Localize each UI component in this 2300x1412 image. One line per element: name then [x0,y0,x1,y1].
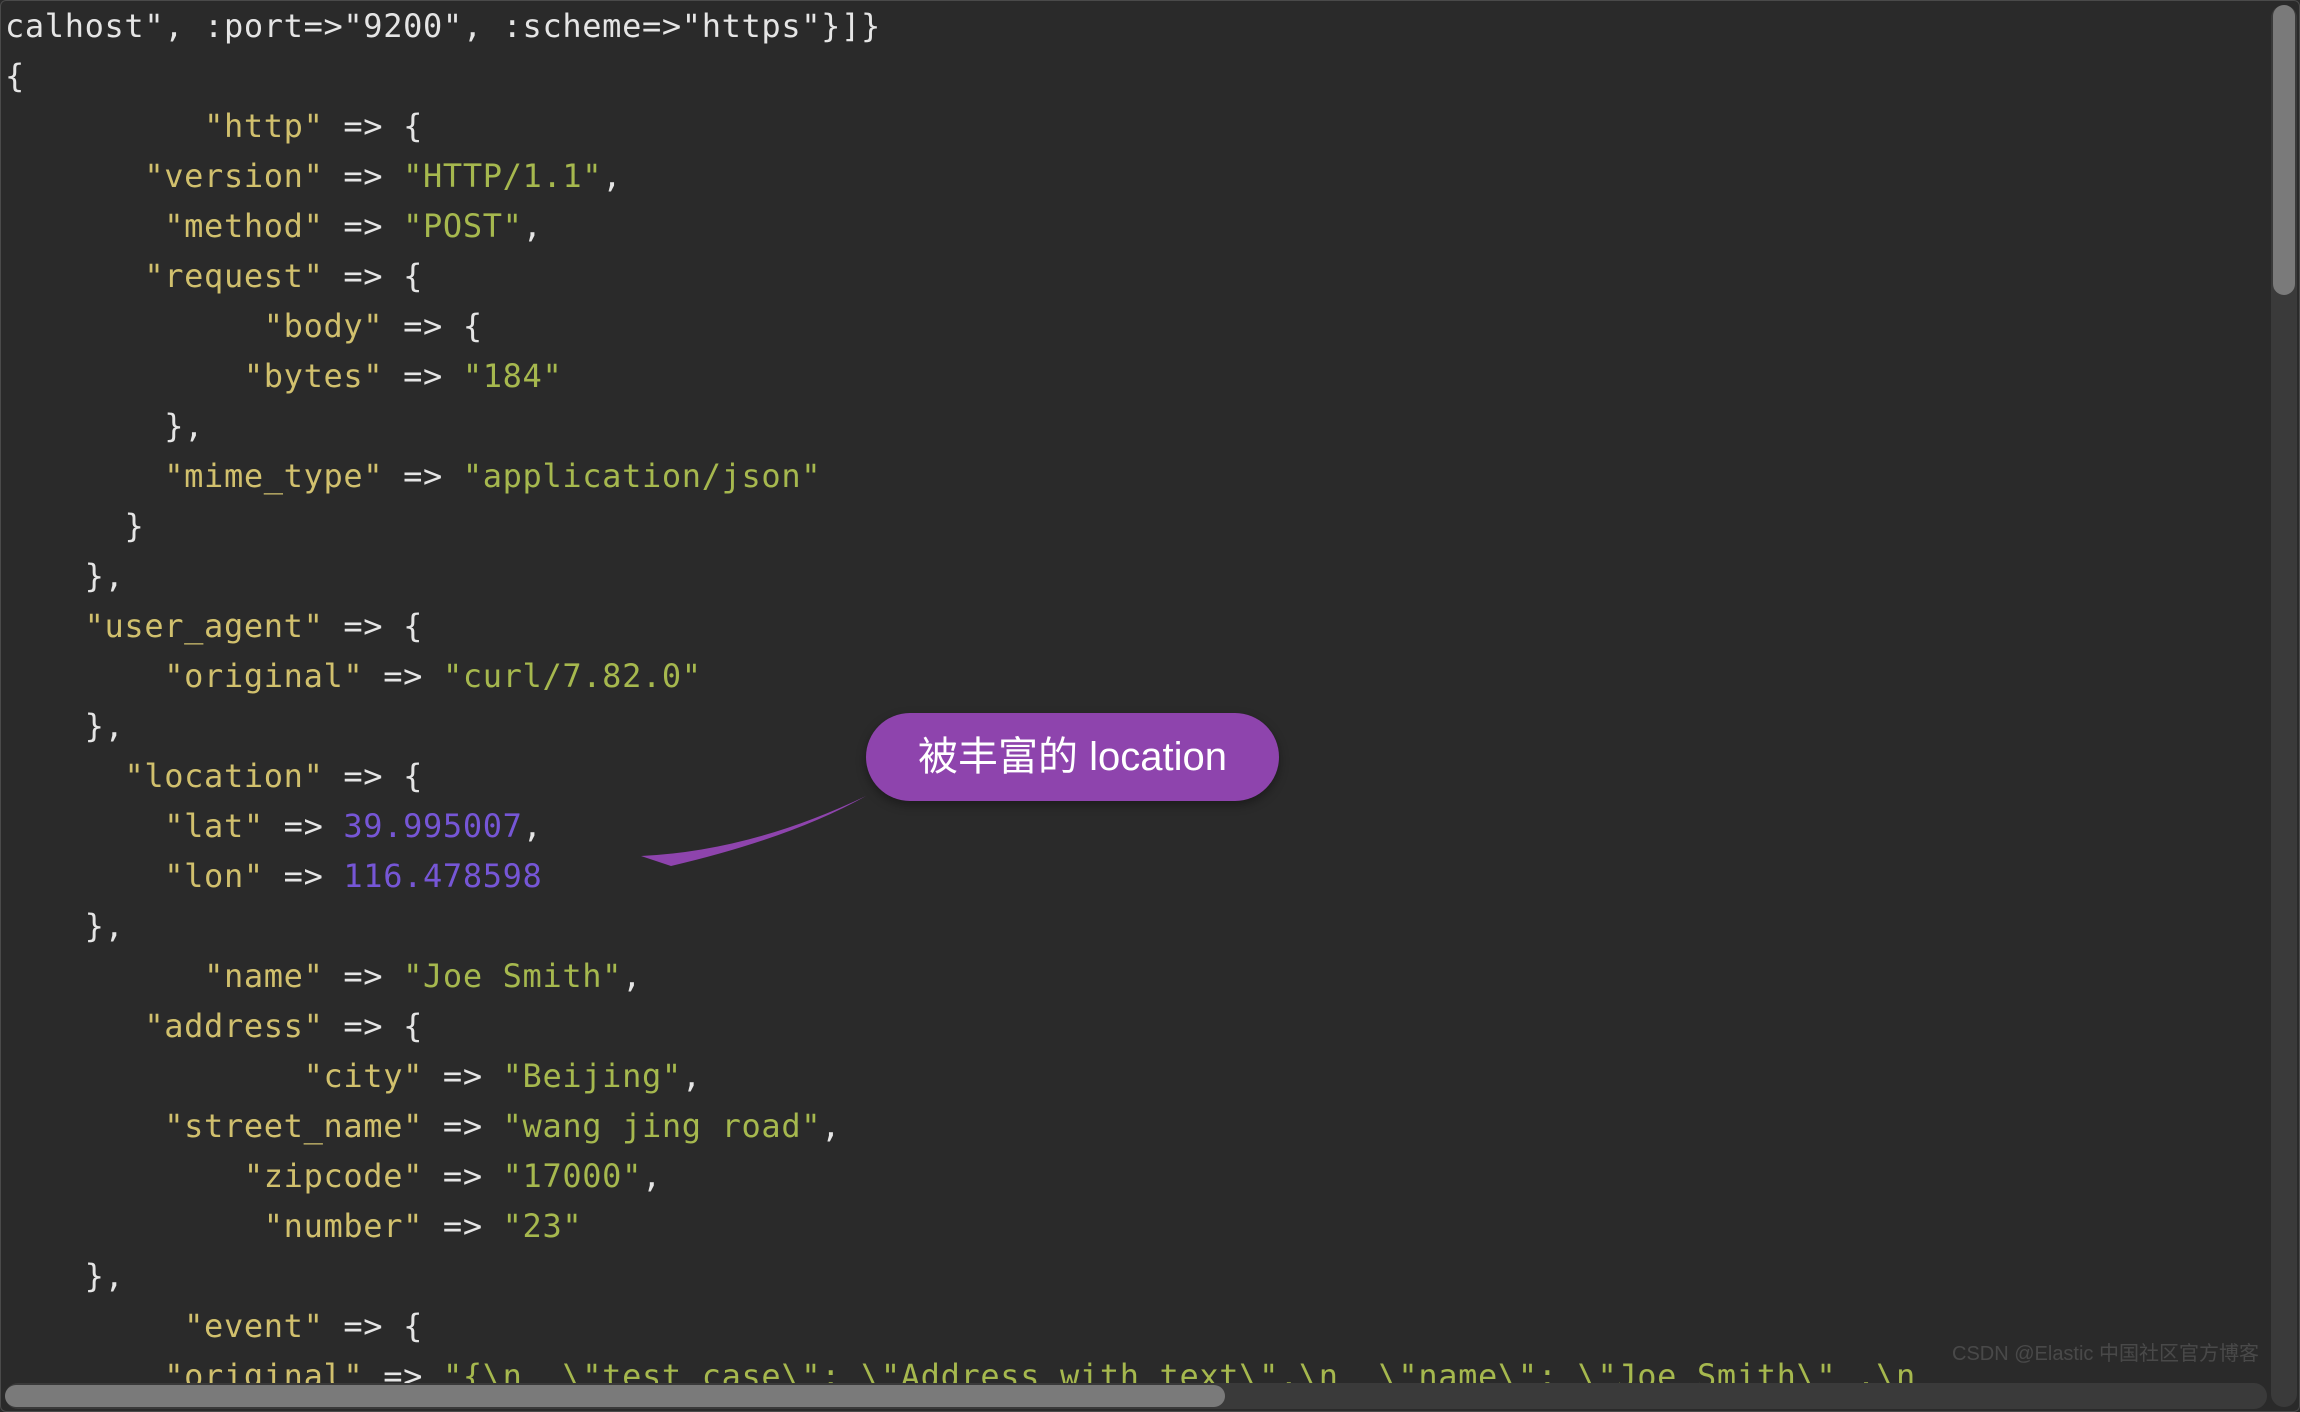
val-name: "Joe Smith" [403,957,622,995]
val-ua-original: "curl/7.82.0" [443,657,702,695]
key-mime: "mime_type" [164,457,383,495]
open-brace: { [5,57,25,95]
val-lon: 116.478598 [343,857,542,895]
key-method: "method" [164,207,323,245]
key-city: "city" [304,1057,423,1095]
key-zipcode: "zipcode" [244,1157,423,1195]
watermark: CSDN @Elastic 中国社区官方博客 [1952,1329,2259,1379]
key-name: "name" [204,957,323,995]
callout-label: 被丰富的 location [918,735,1227,779]
val-zipcode: "17000" [503,1157,642,1195]
code-output: calhost", :port=>"9200", :scheme=>"https… [1,1,2299,1401]
val-city: "Beijing" [503,1057,682,1095]
val-bytes: "184" [463,357,563,395]
val-number: "23" [503,1207,583,1245]
key-version: "version" [144,157,323,195]
line-header: calhost", :port=>"9200", :scheme=>"https… [5,7,881,45]
horizontal-scrollbar-track[interactable] [5,1383,2267,1409]
val-mime: "application/json" [463,457,821,495]
vertical-scrollbar-track[interactable] [2271,5,2297,1407]
val-street: "wang jing road" [503,1107,822,1145]
val-version: "HTTP/1.1" [403,157,602,195]
key-user-agent: "user_agent" [85,607,324,645]
key-body: "body" [264,307,383,345]
vertical-scrollbar-thumb[interactable] [2273,5,2295,295]
val-method: "POST" [403,207,522,245]
key-request: "request" [144,257,323,295]
key-http: "http" [204,107,323,145]
key-event: "event" [184,1307,323,1345]
callout-tail [641,796,881,866]
key-number: "number" [264,1207,423,1245]
key-lon: "lon" [164,857,264,895]
key-ua-original: "original" [164,657,363,695]
key-location: "location" [124,757,323,795]
val-lat: 39.995007 [343,807,522,845]
annotation-callout: 被丰富的 location [866,713,1279,801]
key-address: "address" [144,1007,323,1045]
key-street: "street_name" [164,1107,423,1145]
horizontal-scrollbar-thumb[interactable] [5,1385,1225,1407]
key-lat: "lat" [164,807,264,845]
terminal-output-panel: calhost", :port=>"9200", :scheme=>"https… [0,0,2300,1412]
key-bytes: "bytes" [244,357,383,395]
